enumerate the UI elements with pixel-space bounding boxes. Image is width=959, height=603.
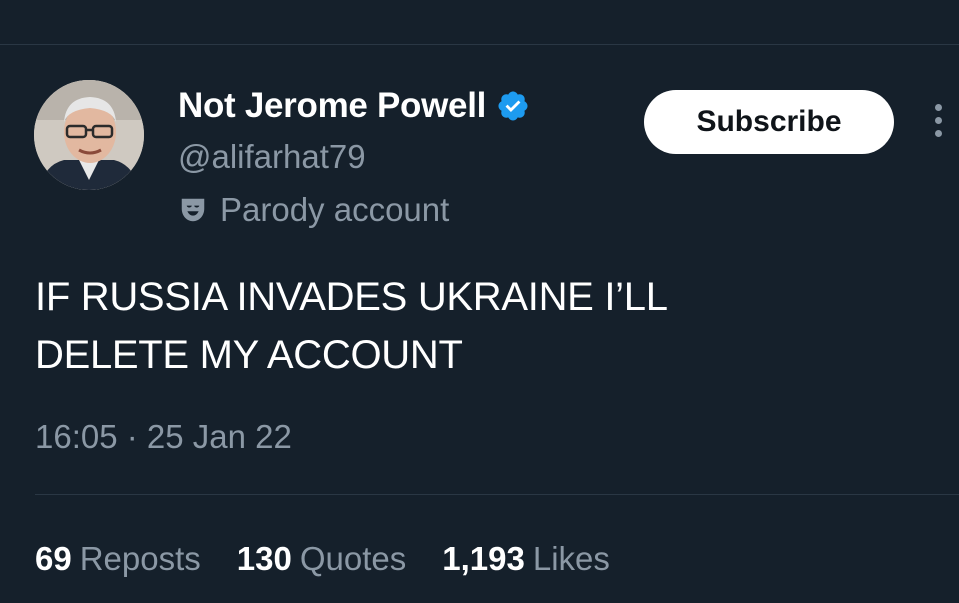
name-row: Not Jerome Powell	[178, 86, 530, 126]
parody-account-label: Parody account	[220, 191, 450, 228]
tweet-text-line: DELETE MY ACCOUNT	[35, 333, 463, 377]
parody-mask-icon	[181, 198, 205, 222]
reposts-label: Reposts	[79, 540, 201, 577]
tweet-text-line: IF RUSSIA INVADES UKRAINE I’LL	[35, 275, 668, 319]
more-dot	[934, 130, 942, 137]
quotes-count: 130	[236, 540, 292, 577]
more-vertical-icon[interactable]	[926, 104, 950, 144]
more-dot	[934, 117, 942, 124]
reposts-stat[interactable]: 69 Reposts	[35, 538, 201, 580]
verified-badge-icon[interactable]	[496, 89, 530, 123]
likes-label: Likes	[532, 540, 610, 577]
top-divider	[0, 44, 959, 45]
more-dot	[934, 104, 942, 111]
reposts-count: 69	[35, 540, 72, 577]
user-handle[interactable]: @alifarhat79	[178, 137, 366, 177]
subscribe-button[interactable]: Subscribe	[644, 90, 894, 154]
quotes-label: Quotes	[299, 540, 407, 577]
quotes-stat[interactable]: 130 Quotes	[237, 538, 406, 580]
display-name[interactable]: Not Jerome Powell	[178, 86, 486, 126]
avatar-image	[34, 80, 144, 190]
avatar[interactable]	[34, 80, 144, 190]
likes-count: 1,193	[442, 540, 525, 577]
tweet-text: IF RUSSIA INVADES UKRAINE I’LL DELETE MY…	[35, 268, 915, 384]
account-label-row: Parody account	[178, 190, 449, 230]
likes-stat[interactable]: 1,193 Likes	[442, 538, 610, 580]
stats-divider	[35, 494, 959, 495]
engagement-stats: 69 Reposts 130 Quotes 1,193 Likes	[35, 538, 646, 580]
tweet-timestamp[interactable]: 16:05 · 25 Jan 22	[35, 416, 292, 458]
